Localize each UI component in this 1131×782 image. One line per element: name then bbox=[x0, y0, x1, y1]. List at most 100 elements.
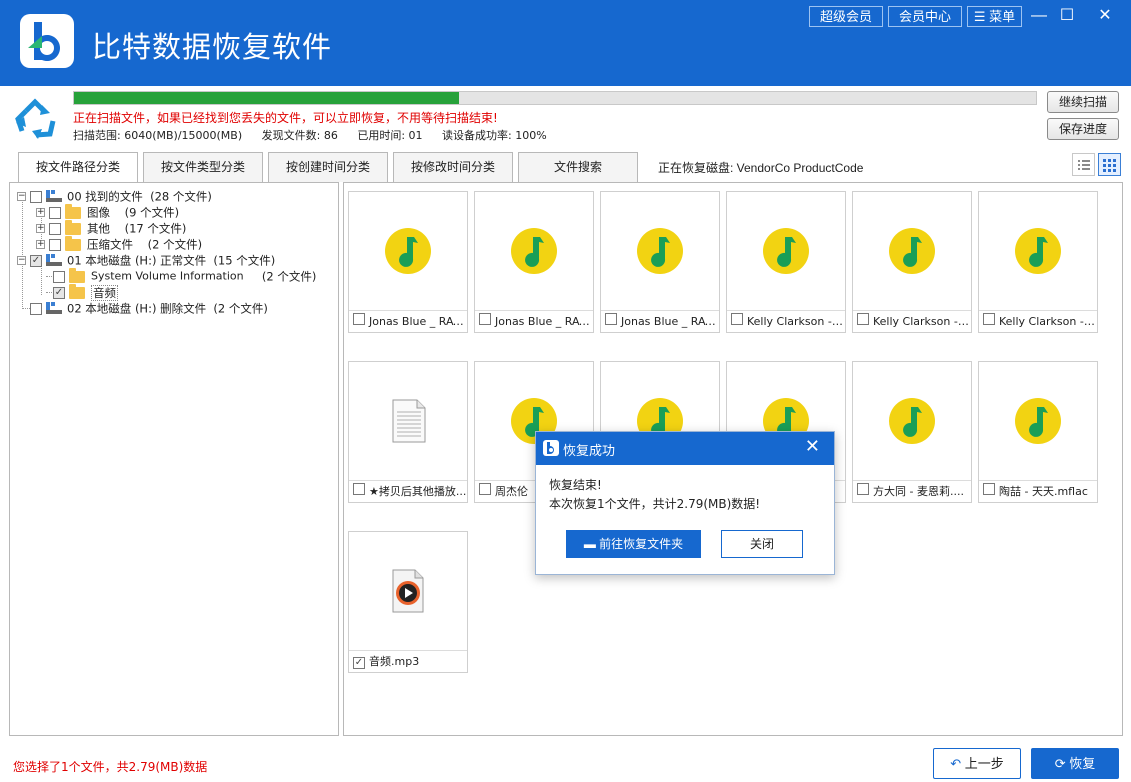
tree-item-local-disk-deleted[interactable]: 02 本地磁盘 (H:) 删除文件 (2 个文件) bbox=[30, 300, 268, 316]
folder-icon: ▬ bbox=[583, 537, 596, 551]
file-card[interactable]: Jonas Blue _ RAYE... bbox=[600, 191, 720, 333]
checkbox[interactable] bbox=[983, 313, 995, 325]
file-name: Kelly Clarkson - C... bbox=[853, 310, 971, 332]
tab-by-created-time[interactable]: 按创建时间分类 bbox=[268, 152, 388, 182]
checkbox[interactable] bbox=[49, 222, 61, 235]
file-card[interactable]: 方大同 - 麦恩莉.... bbox=[852, 361, 972, 503]
tree-item-other[interactable]: + 其他 (17 个文件) bbox=[36, 219, 187, 236]
audio-file-icon bbox=[392, 569, 424, 613]
tree-item-count: (2 个文件) bbox=[147, 237, 203, 252]
folder-icon bbox=[65, 235, 81, 251]
file-name-text: ★拷贝后其他播放... bbox=[369, 485, 467, 498]
file-name-text: 音频.mp3 bbox=[369, 655, 420, 668]
recovering-disk-label: 正在恢复磁盘: VendorCo ProductCode bbox=[658, 161, 864, 175]
checkbox[interactable] bbox=[49, 238, 61, 251]
tab-by-path[interactable]: 按文件路径分类 bbox=[18, 152, 138, 183]
checkbox[interactable] bbox=[53, 270, 65, 283]
open-folder-label: 前往恢复文件夹 bbox=[599, 537, 684, 551]
continue-scan-button[interactable]: 继续扫描 bbox=[1047, 91, 1119, 113]
tree-item-label: 音频 bbox=[91, 284, 118, 301]
dialog-close-button[interactable]: 关闭 bbox=[721, 530, 803, 558]
file-name: Jonas Blue _ RAYE... bbox=[349, 310, 467, 332]
grid-view-icon bbox=[1103, 159, 1116, 172]
checkbox[interactable]: ✓ bbox=[30, 254, 42, 267]
tree-item-found-files[interactable]: − 00 找到的文件 (28 个文件) bbox=[17, 188, 212, 204]
music-file-icon bbox=[1015, 228, 1061, 274]
tree-item-audio[interactable]: ✓ 音频 bbox=[53, 283, 118, 301]
checkbox[interactable]: ✓ bbox=[53, 286, 65, 299]
checkbox[interactable] bbox=[49, 206, 61, 219]
file-card[interactable]: Kelly Clarkson - C... bbox=[852, 191, 972, 333]
recover-label: 恢复 bbox=[1069, 756, 1096, 771]
checkbox[interactable] bbox=[605, 313, 617, 325]
tree-item-local-disk-normal[interactable]: − ✓ 01 本地磁盘 (H:) 正常文件 (15 个文件) bbox=[17, 252, 275, 268]
file-thumbnail bbox=[475, 192, 593, 310]
tree-item-archives[interactable]: + 压缩文件 (2 个文件) bbox=[36, 235, 203, 252]
checkbox[interactable] bbox=[479, 483, 491, 495]
refresh-icon: ⟳ bbox=[1054, 756, 1066, 771]
checkbox[interactable] bbox=[479, 313, 491, 325]
tab-file-search[interactable]: 文件搜索 bbox=[518, 152, 638, 182]
drive-icon bbox=[46, 190, 62, 203]
tree-item-count: (28 个文件) bbox=[150, 189, 212, 204]
checkbox[interactable]: ✓ bbox=[353, 657, 365, 669]
dialog-message-detail: 本次恢复1个文件，共计2.79(MB)数据! bbox=[549, 497, 761, 511]
menu-label: 菜单 bbox=[989, 9, 1016, 24]
file-name: Jonas Blue _ RAYE... bbox=[601, 310, 719, 332]
expand-icon[interactable]: + bbox=[36, 224, 45, 233]
recover-button[interactable]: ⟳ 恢复 bbox=[1031, 748, 1119, 779]
scan-progress-bar bbox=[73, 91, 1037, 105]
save-progress-button[interactable]: 保存进度 bbox=[1047, 118, 1119, 140]
checkbox[interactable] bbox=[30, 190, 42, 203]
file-card[interactable]: Kelly Clarkson - C... bbox=[978, 191, 1098, 333]
tree-item-label: 02 本地磁盘 (H:) 删除文件 bbox=[67, 301, 207, 316]
maximize-button[interactable]: ☐ bbox=[1055, 4, 1079, 28]
menu-button[interactable]: ☰ 菜单 bbox=[967, 6, 1022, 27]
back-button[interactable]: ↶ 上一步 bbox=[933, 748, 1021, 779]
file-thumbnail bbox=[853, 192, 971, 310]
file-card[interactable]: Jonas Blue _ RAYE... bbox=[348, 191, 468, 333]
expand-icon[interactable]: + bbox=[36, 240, 45, 249]
tree-item-label: System Volume Information bbox=[91, 269, 244, 283]
file-card[interactable]: ★拷贝后其他播放... bbox=[348, 361, 468, 503]
menu-icon: ☰ bbox=[973, 9, 986, 24]
checkbox[interactable] bbox=[30, 302, 42, 315]
checkbox[interactable] bbox=[857, 313, 869, 325]
collapse-icon[interactable]: − bbox=[17, 256, 26, 265]
tree-item-system-volume-info[interactable]: System Volume Information (2 个文件) bbox=[53, 267, 316, 284]
read-success-rate: 读设备成功率: 100% bbox=[442, 129, 547, 142]
file-thumbnail bbox=[979, 192, 1097, 310]
member-center-button[interactable]: 会员中心 bbox=[888, 6, 962, 27]
drive-icon bbox=[46, 254, 62, 267]
dialog-close-icon[interactable]: ✕ bbox=[805, 436, 820, 457]
checkbox[interactable] bbox=[353, 313, 365, 325]
file-name-text: Kelly Clarkson - C... bbox=[999, 315, 1097, 328]
file-card[interactable]: 陶喆 - 天天.mflac bbox=[978, 361, 1098, 503]
file-card[interactable]: Kelly Clarkson - C... bbox=[726, 191, 846, 333]
checkbox[interactable] bbox=[731, 313, 743, 325]
collapse-icon[interactable]: − bbox=[17, 192, 26, 201]
open-recovery-folder-button[interactable]: ▬ 前往恢复文件夹 bbox=[566, 530, 701, 558]
tree-item-label: 其他 bbox=[87, 221, 110, 236]
tree-item-count: (17 个文件) bbox=[124, 221, 187, 236]
file-card[interactable]: ✓ 音频.mp3 bbox=[348, 531, 468, 673]
checkbox[interactable] bbox=[353, 483, 365, 495]
minimize-button[interactable]: — bbox=[1027, 4, 1051, 28]
tab-by-type[interactable]: 按文件类型分类 bbox=[143, 152, 263, 182]
tab-by-modified-time[interactable]: 按修改时间分类 bbox=[393, 152, 513, 182]
checkbox[interactable] bbox=[983, 483, 995, 495]
scan-progress-fill bbox=[74, 92, 459, 104]
file-thumbnail bbox=[349, 362, 467, 480]
tree-item-images[interactable]: + 图像 (9 个文件) bbox=[36, 203, 179, 220]
close-button[interactable]: ✕ bbox=[1093, 4, 1117, 28]
document-file-icon bbox=[392, 399, 426, 443]
file-card[interactable]: Jonas Blue _ RAYE... bbox=[474, 191, 594, 333]
file-thumbnail bbox=[727, 192, 845, 310]
checkbox[interactable] bbox=[857, 483, 869, 495]
grid-view-button[interactable] bbox=[1098, 153, 1121, 176]
folder-tree-panel: − 00 找到的文件 (28 个文件) + 图像 (9 个文件) + 其他 (17 个… bbox=[9, 182, 339, 736]
music-file-icon bbox=[1015, 398, 1061, 444]
super-vip-button[interactable]: 超级会员 bbox=[809, 6, 883, 27]
list-view-button[interactable] bbox=[1072, 153, 1095, 176]
expand-icon[interactable]: + bbox=[36, 208, 45, 217]
